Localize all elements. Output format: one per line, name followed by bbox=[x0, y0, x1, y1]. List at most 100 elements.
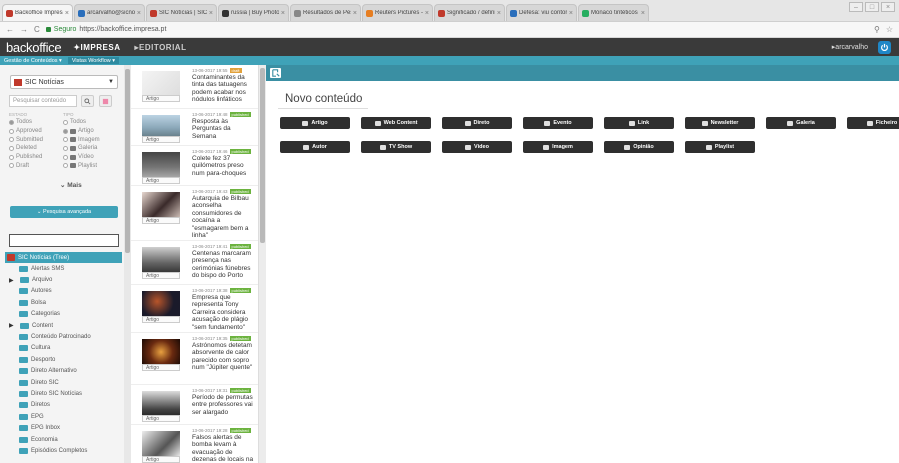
tree-node[interactable]: Autores bbox=[5, 286, 122, 297]
tree-node[interactable]: ▶ Arquivo bbox=[5, 274, 122, 285]
browser-tab[interactable]: Significado / definição× bbox=[434, 4, 505, 21]
site-select[interactable]: SIC Notícias ▼ bbox=[10, 75, 118, 89]
filter-option[interactable]: Vídeo bbox=[63, 153, 117, 162]
close-tab-icon[interactable]: × bbox=[569, 10, 573, 17]
filter-option[interactable]: Deleted bbox=[9, 144, 63, 153]
filter-option[interactable]: Todos bbox=[63, 118, 117, 127]
close-tab-icon[interactable]: × bbox=[137, 10, 141, 17]
opiniao-button[interactable]: Opinião bbox=[604, 141, 674, 153]
tree-node[interactable]: Economia bbox=[5, 434, 122, 445]
maximize-icon[interactable]: □ bbox=[865, 2, 879, 12]
power-icon[interactable] bbox=[878, 40, 891, 54]
list-item[interactable]: Artigo 13-06-2017 19:41 published Centena… bbox=[131, 241, 258, 285]
imagem-button[interactable]: Imagem bbox=[523, 141, 593, 153]
tree-node[interactable]: Cultura bbox=[5, 343, 122, 354]
web-content-button[interactable]: Web Content bbox=[361, 117, 431, 129]
video-button[interactable]: Video bbox=[442, 141, 512, 153]
filter-option[interactable]: Submitted bbox=[9, 135, 63, 144]
list-item[interactable]: Artigo 13-06-2017 19:35 published Astróno… bbox=[131, 333, 258, 385]
advanced-search-button[interactable]: ⌄ Pesquisa avançada bbox=[10, 206, 118, 218]
expand-icon[interactable]: ▶ bbox=[9, 277, 17, 284]
tree-node[interactable]: Episódios Completos bbox=[5, 445, 122, 456]
bookmark-star-icon[interactable]: ☆ bbox=[886, 25, 893, 34]
reload-icon[interactable]: C bbox=[34, 25, 40, 34]
close-tab-icon[interactable]: × bbox=[281, 10, 285, 17]
close-tab-icon[interactable]: × bbox=[497, 10, 501, 17]
user-menu[interactable]: ▸arcarvalho bbox=[832, 43, 868, 51]
list-item[interactable]: Artigo 13-06-2017 19:31 published Período… bbox=[131, 385, 258, 425]
link-button[interactable]: Link bbox=[604, 117, 674, 129]
scrollbar-thumb[interactable] bbox=[125, 69, 130, 253]
forward-icon[interactable]: → bbox=[20, 25, 28, 34]
tree-node[interactable]: Bolsa bbox=[5, 297, 122, 308]
clear-search-button[interactable] bbox=[99, 95, 112, 107]
filter-option[interactable]: Playlist bbox=[63, 161, 117, 170]
left-scrollbar[interactable] bbox=[124, 65, 131, 463]
filter-option[interactable]: Approved bbox=[9, 127, 63, 136]
close-tab-icon[interactable]: × bbox=[425, 10, 429, 17]
tree-node[interactable]: Conteúdo Patrocinado bbox=[5, 331, 122, 342]
playlist-button[interactable]: Playlist bbox=[685, 141, 755, 153]
newsletter-button[interactable]: Newsletter bbox=[685, 117, 755, 129]
list-item[interactable]: Artigo 13-06-2017 19:55 draft Contaminant… bbox=[131, 65, 258, 109]
autor-button[interactable]: Autor bbox=[280, 141, 350, 153]
tree-search-input[interactable] bbox=[9, 234, 119, 247]
filter-option[interactable]: Draft bbox=[9, 161, 63, 170]
filter-option[interactable]: Imagem bbox=[63, 135, 117, 144]
close-window-icon[interactable]: × bbox=[881, 2, 895, 12]
ficheiro-button[interactable]: Ficheiro bbox=[847, 117, 899, 129]
close-tab-icon[interactable]: × bbox=[353, 10, 357, 17]
evento-button[interactable]: Evento bbox=[523, 117, 593, 129]
galeria-button[interactable]: Galeria bbox=[766, 117, 836, 129]
expand-icon[interactable]: ▶ bbox=[9, 322, 17, 329]
filter-option[interactable]: Artigo bbox=[63, 127, 117, 136]
menu-vistas-workflow[interactable]: Vistas Workflow ▾ bbox=[67, 57, 120, 64]
search-button[interactable] bbox=[81, 95, 94, 107]
tree-node[interactable]: Desporto bbox=[5, 354, 122, 365]
browser-tab[interactable]: Defesa: viu contornar os× bbox=[506, 4, 577, 21]
tree-node[interactable]: Direto SIC bbox=[5, 377, 122, 388]
scrollbar-thumb[interactable] bbox=[260, 68, 265, 243]
list-item[interactable]: Artigo 13-06-2017 19:43 published Autarqu… bbox=[131, 186, 258, 241]
list-item[interactable]: Artigo 13-06-2017 19:48 published Respost… bbox=[131, 109, 258, 146]
menu-editorial[interactable]: ▸EDITORIAL bbox=[134, 43, 186, 52]
browser-tab[interactable]: Resultados de Pesquisa× bbox=[290, 4, 361, 21]
close-tab-icon[interactable]: × bbox=[65, 10, 69, 17]
artigo-button[interactable]: Artigo bbox=[280, 117, 350, 129]
tree-node[interactable]: EPG bbox=[5, 411, 122, 422]
menu-impresa[interactable]: ✦IMPRESA bbox=[73, 43, 120, 52]
back-icon[interactable]: ← bbox=[6, 25, 14, 34]
url-field[interactable]: Seguro https://backoffice.impresa.pt bbox=[45, 26, 868, 33]
browser-tab[interactable]: Backoffice Impresa × bbox=[2, 4, 73, 21]
app-logo[interactable]: backoffice bbox=[6, 40, 62, 55]
tree-node[interactable]: Diretos bbox=[5, 400, 122, 411]
menu-gestao-conteudos[interactable]: Gestão de Conteúdos ▾ bbox=[4, 58, 62, 64]
browser-tab[interactable]: SIC Notícias | SIC Notíc× bbox=[146, 4, 217, 21]
filter-option[interactable]: Published bbox=[9, 153, 63, 162]
tree-node[interactable]: EPG Inbox bbox=[5, 422, 122, 433]
new-content-icon[interactable] bbox=[270, 68, 281, 78]
list-item[interactable]: Artigo 13-06-2017 19:28 published Falsos … bbox=[131, 425, 258, 463]
tree-root[interactable]: SIC Notícias (Tree) bbox=[5, 252, 122, 263]
minimize-icon[interactable]: – bbox=[849, 2, 863, 12]
browser-tab[interactable]: russia | Buy Photos | AP× bbox=[218, 4, 289, 21]
browser-tab[interactable]: Mónaco tintéticos incidi× bbox=[578, 4, 649, 21]
tree-node[interactable]: Alertas SMS bbox=[5, 263, 122, 274]
filter-option[interactable]: Todos bbox=[9, 118, 63, 127]
list-scrollbar[interactable] bbox=[258, 65, 266, 463]
browser-tab[interactable]: Reuters Pictures - GUAT× bbox=[362, 4, 433, 21]
browser-tab[interactable]: arcarvalho@sicnoticias.× bbox=[74, 4, 145, 21]
tree-node[interactable]: Direto SIC Notícias bbox=[5, 388, 122, 399]
filter-option[interactable]: Galeria bbox=[63, 144, 117, 153]
close-tab-icon[interactable]: × bbox=[641, 10, 645, 17]
tree-node[interactable]: ▶ Content bbox=[5, 320, 122, 331]
tv-show-button[interactable]: TV Show bbox=[361, 141, 431, 153]
list-item[interactable]: Artigo 13-06-2017 19:38 published Empresa… bbox=[131, 285, 258, 333]
search-input[interactable]: Pesquisar conteúdo bbox=[9, 95, 77, 107]
direto-button[interactable]: Direto bbox=[442, 117, 512, 129]
list-item[interactable]: Artigo 13-06-2017 19:46 published Colete … bbox=[131, 146, 258, 186]
close-tab-icon[interactable]: × bbox=[209, 10, 213, 17]
tree-node[interactable]: Direto Alternativo bbox=[5, 366, 122, 377]
more-filters-link[interactable]: ⌄ Mais bbox=[60, 181, 82, 189]
extension-icon[interactable]: ⚲ bbox=[874, 25, 880, 34]
